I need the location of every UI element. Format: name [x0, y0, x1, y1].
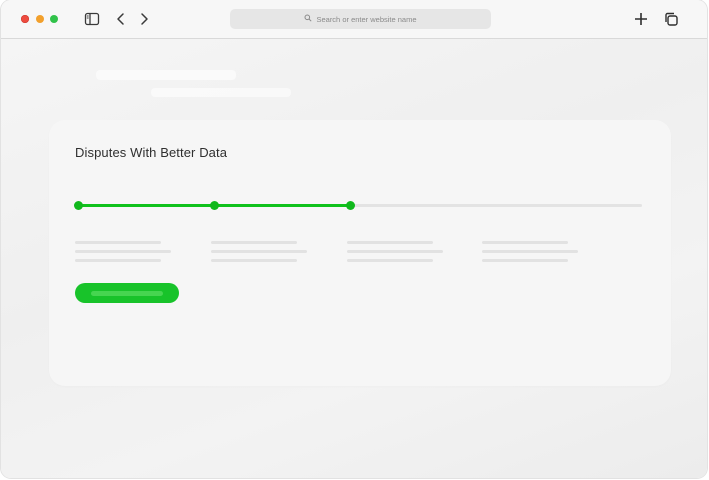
close-window-button[interactable] [21, 15, 29, 23]
progress-step-1 [74, 201, 83, 210]
browser-toolbar: Search or enter website name [1, 0, 707, 39]
progress-track [79, 204, 642, 207]
chevron-left-icon[interactable] [113, 11, 129, 27]
tab-overview-icon[interactable] [663, 11, 679, 27]
magnifier-icon [304, 14, 316, 24]
step-1-text-placeholder [75, 241, 171, 268]
primary-action-button[interactable] [75, 283, 179, 303]
progress-step-2 [210, 201, 219, 210]
button-label-placeholder [91, 291, 163, 296]
step-4-text-placeholder [482, 241, 578, 268]
address-bar-placeholder: Search or enter website name [316, 14, 417, 24]
progress-step-3 [346, 201, 355, 210]
zoom-window-button[interactable] [50, 15, 58, 23]
browser-window: Search or enter website name Disputes Wi… [1, 0, 707, 478]
plus-icon[interactable] [633, 11, 649, 27]
disputes-card: Disputes With Better Data [49, 120, 671, 386]
minimize-window-button[interactable] [36, 15, 44, 23]
address-bar[interactable]: Search or enter website name [230, 9, 491, 29]
step-3-text-placeholder [347, 241, 443, 268]
card-title: Disputes With Better Data [75, 145, 228, 160]
ghost-heading [96, 70, 236, 80]
chevron-right-icon[interactable] [136, 11, 152, 27]
ghost-subheading [151, 88, 291, 97]
step-2-text-placeholder [211, 241, 307, 268]
sidebar-toggle-icon[interactable] [84, 11, 100, 27]
